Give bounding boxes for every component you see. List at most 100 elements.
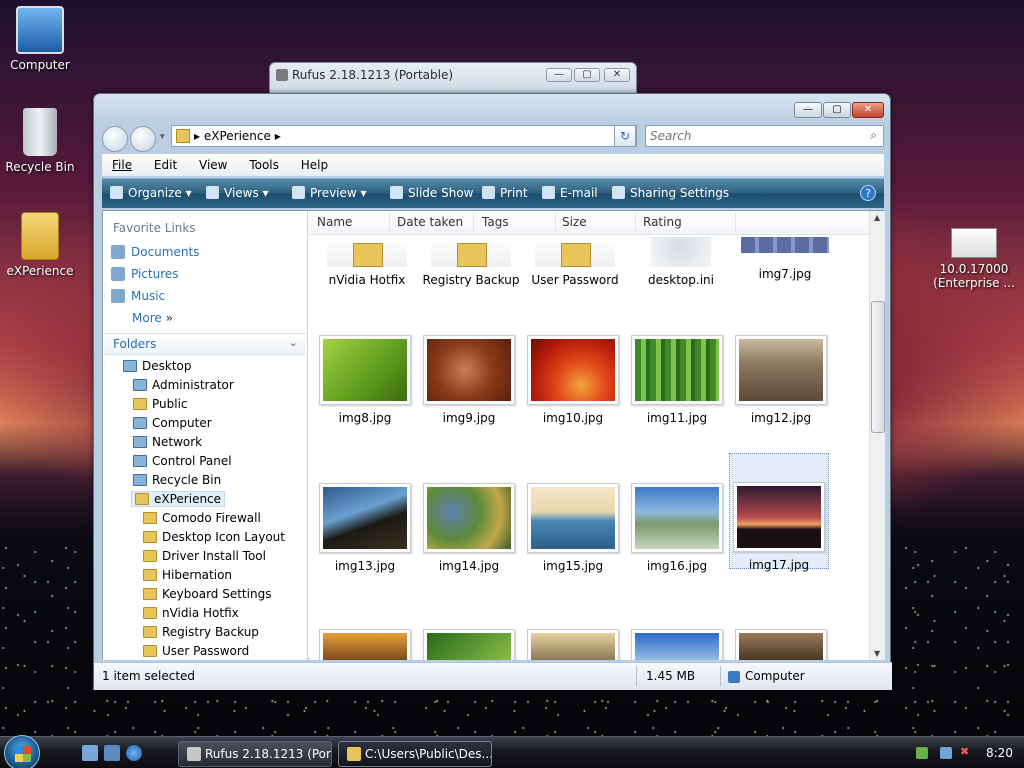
folder-item-nvidia-hotfix[interactable]: nVidia Hotfix: [317, 237, 417, 287]
sharing-settings-button[interactable]: Sharing Settings: [612, 186, 729, 200]
favorite-pictures[interactable]: Pictures: [111, 267, 179, 281]
image-item-img12[interactable]: img12.jpg: [731, 335, 831, 425]
image-item-partial-2[interactable]: [419, 629, 519, 660]
back-button[interactable]: [102, 126, 128, 152]
help-icon[interactable]: ?: [860, 185, 876, 201]
minimize-button[interactable]: —: [794, 102, 822, 118]
maximize-button[interactable]: ▢: [823, 102, 851, 118]
desktop-icon-recycle-bin[interactable]: Recycle Bin: [0, 108, 80, 174]
favorite-music[interactable]: Music: [111, 289, 165, 303]
tree-item-driver-install-tool[interactable]: Driver Install Tool: [143, 549, 266, 563]
close-button[interactable]: ✕: [604, 68, 630, 82]
image-item-img17[interactable]: img17.jpg: [729, 453, 829, 572]
clock[interactable]: 8:20: [986, 746, 1013, 760]
column-tags[interactable]: Tags: [482, 215, 509, 229]
tree-item-public[interactable]: Public: [133, 397, 188, 411]
show-desktop-icon[interactable]: [82, 745, 98, 761]
menu-tools[interactable]: Tools: [249, 158, 279, 172]
folder-item-registry-backup[interactable]: Registry Backup: [421, 237, 521, 287]
image-item-img16[interactable]: img16.jpg: [627, 483, 727, 573]
maximize-button[interactable]: ▢: [574, 68, 600, 82]
image-item-img15[interactable]: img15.jpg: [523, 483, 623, 573]
desktop-icon-shortcut[interactable]: 10.0.17000 (Enterprise ...: [932, 228, 1016, 290]
folder-icon: [143, 531, 157, 543]
selection-size: 1.45 MB: [646, 669, 696, 683]
tree-item-network[interactable]: Network: [133, 435, 202, 449]
tree-item-computer[interactable]: Computer: [133, 416, 212, 430]
preview-button[interactable]: Preview ▾: [292, 186, 367, 200]
column-date-taken[interactable]: Date taken: [397, 215, 463, 229]
refresh-button[interactable]: ↻: [614, 125, 636, 147]
start-button[interactable]: [4, 735, 40, 768]
security-icon[interactable]: [916, 747, 928, 759]
organize-button[interactable]: Organize ▾: [110, 186, 192, 200]
tree-item-desktop[interactable]: Desktop: [123, 359, 192, 373]
folder-item-user-password[interactable]: User Password: [525, 237, 625, 287]
image-item-img8[interactable]: img8.jpg: [315, 335, 415, 425]
scrollbar-thumb[interactable]: [871, 301, 885, 433]
tree-item-experience[interactable]: eXPerience: [131, 491, 226, 507]
scroll-down-arrow[interactable]: ▼: [874, 649, 880, 658]
scroll-up-arrow[interactable]: ▲: [874, 213, 880, 222]
preview-icon: [292, 186, 305, 199]
tree-item-keyboard-settings[interactable]: Keyboard Settings: [143, 587, 271, 601]
image-item-partial-3[interactable]: [523, 629, 623, 660]
volume-muted-icon[interactable]: ✖: [960, 745, 969, 758]
folders-header[interactable]: Folders ⌄: [104, 333, 306, 355]
recent-pages-dropdown[interactable]: ▾: [160, 132, 165, 142]
search-box[interactable]: ⌕: [645, 125, 884, 147]
image-item-partial-4[interactable]: [627, 629, 727, 660]
views-button[interactable]: Views ▾: [206, 186, 269, 200]
image-item-partial-1[interactable]: [315, 629, 415, 660]
image-item-partial-5[interactable]: [731, 629, 831, 660]
thumbnail-img7: [741, 237, 829, 253]
network-icon[interactable]: [940, 747, 952, 759]
tree-item-desktop-icon-layout[interactable]: Desktop Icon Layout: [143, 530, 285, 544]
close-button[interactable]: ✕: [852, 102, 884, 118]
internet-explorer-icon[interactable]: [126, 745, 142, 761]
tree-item-registry-backup[interactable]: Registry Backup: [143, 625, 259, 639]
tree-item-recycle-bin[interactable]: Recycle Bin: [133, 473, 221, 487]
taskbar-button-rufus[interactable]: Rufus 2.18.1213 (Por...: [178, 741, 332, 767]
menu-help[interactable]: Help: [301, 158, 328, 172]
tree-item-user-password[interactable]: User Password: [143, 644, 249, 658]
menu-file[interactable]: File: [112, 158, 132, 172]
column-rating[interactable]: Rating: [643, 215, 682, 229]
image-item-img9[interactable]: img9.jpg: [419, 335, 519, 425]
favorite-more[interactable]: More »: [132, 311, 173, 325]
image-item-img13[interactable]: img13.jpg: [315, 483, 415, 573]
column-size[interactable]: Size: [562, 215, 587, 229]
image-item-img7[interactable]: img7.jpg: [735, 237, 835, 281]
column-name[interactable]: Name: [317, 215, 352, 229]
switch-windows-icon[interactable]: [104, 745, 120, 761]
forward-button[interactable]: [130, 126, 156, 152]
address-bar[interactable]: ▸ eXPerience ▸ ▼: [171, 125, 637, 147]
tree-item-administrator[interactable]: Administrator: [133, 378, 234, 392]
search-input[interactable]: [650, 127, 850, 145]
print-button[interactable]: Print: [482, 186, 528, 200]
menu-edit[interactable]: Edit: [154, 158, 177, 172]
image-item-img10[interactable]: img10.jpg: [523, 335, 623, 425]
taskbar-button-explorer[interactable]: C:\Users\Public\Des...: [338, 741, 492, 767]
email-icon: [542, 186, 555, 199]
computer-icon: [133, 417, 147, 429]
slide-show-button[interactable]: Slide Show: [390, 186, 473, 200]
desktop-icon-computer[interactable]: Computer: [0, 6, 80, 72]
tree-item-hibernation[interactable]: Hibernation: [143, 568, 232, 582]
thumbnail-img11: [635, 339, 719, 401]
tree-item-control-panel[interactable]: Control Panel: [133, 454, 232, 468]
favorite-documents[interactable]: Documents: [111, 245, 199, 259]
folder-icon: [143, 626, 157, 638]
email-button[interactable]: E-mail: [542, 186, 598, 200]
image-item-img11[interactable]: img11.jpg: [627, 335, 727, 425]
image-item-img14[interactable]: img14.jpg: [419, 483, 519, 573]
desktop-icon-experience[interactable]: eXPerience: [0, 212, 80, 278]
vertical-scrollbar[interactable]: ▲ ▼: [869, 211, 885, 660]
minimize-button[interactable]: —: [546, 68, 572, 82]
menu-view[interactable]: View: [199, 158, 227, 172]
search-icon[interactable]: ⌕: [870, 128, 877, 143]
tree-item-comodo-firewall[interactable]: Comodo Firewall: [143, 511, 261, 525]
explorer-window[interactable]: — ▢ ✕ ▾ ▸ eXPerience ▸ ▼ ↻ ⌕ File Edit V…: [93, 93, 892, 690]
tree-item-nvidia-hotfix[interactable]: nVidia Hotfix: [143, 606, 239, 620]
file-item-desktop-ini[interactable]: desktop.ini: [631, 237, 731, 287]
